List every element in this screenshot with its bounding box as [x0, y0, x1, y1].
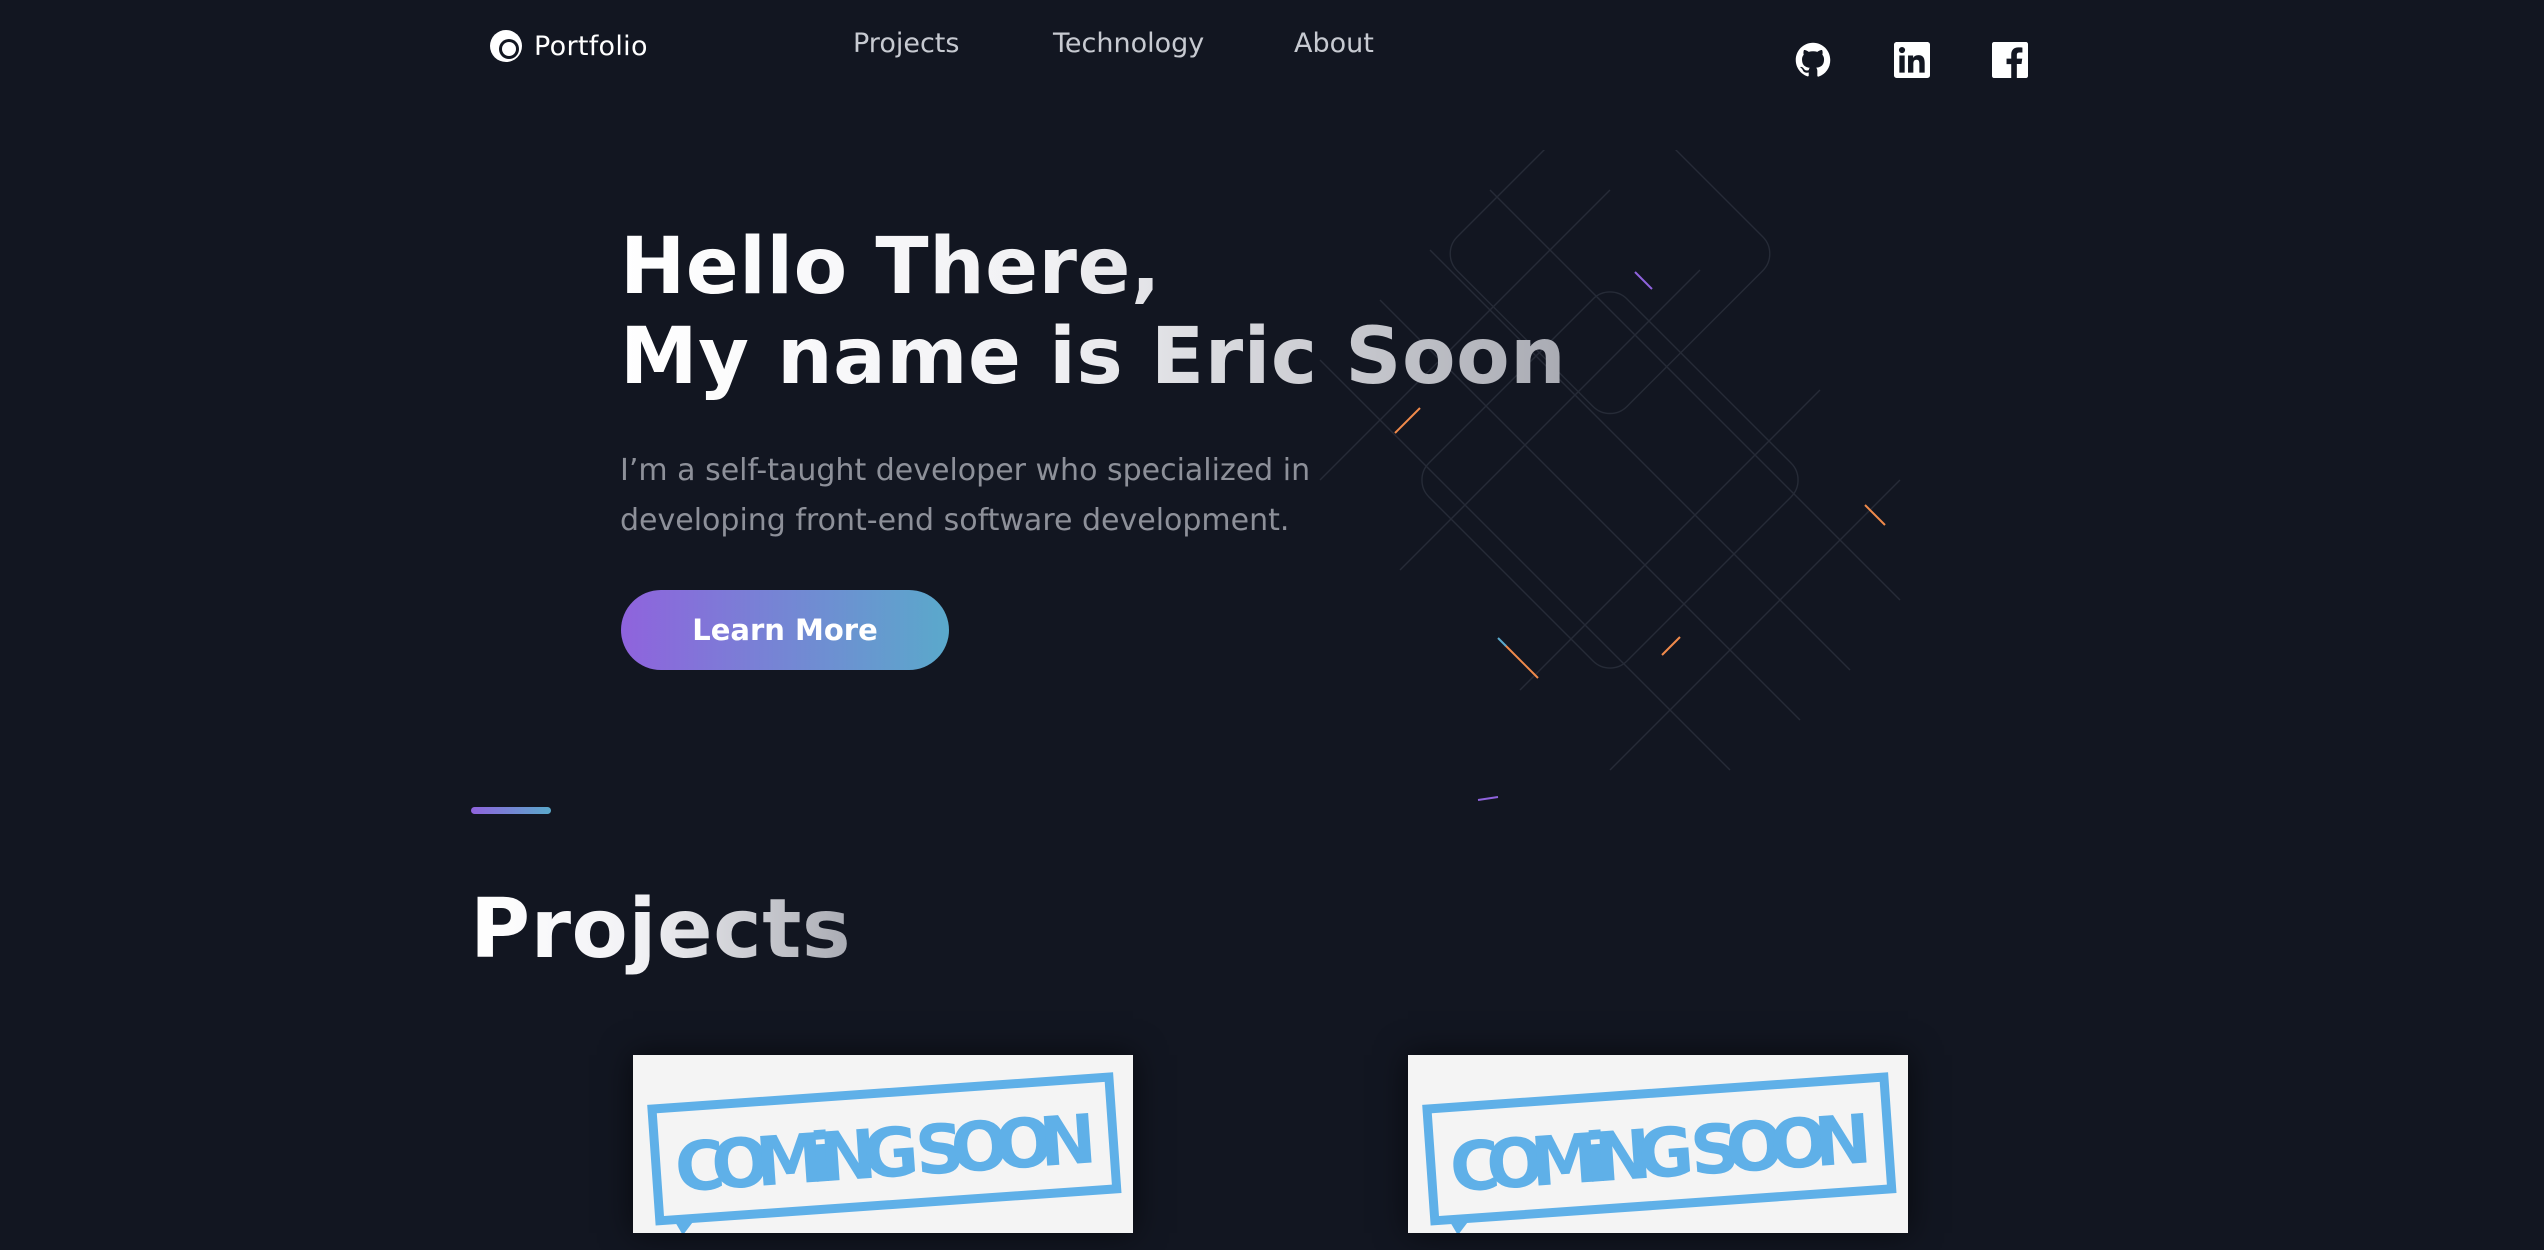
hero-greeting: Hello There, [620, 222, 1566, 312]
logo-text: Portfolio [534, 30, 648, 62]
logo[interactable]: Portfolio [488, 28, 648, 64]
github-link[interactable] [1795, 42, 1831, 78]
section-divider [471, 807, 551, 814]
nav-link-about[interactable]: About [1294, 28, 1374, 59]
facebook-icon [1992, 42, 2028, 78]
github-icon [1795, 42, 1831, 78]
learn-more-button[interactable]: Learn More [621, 590, 949, 670]
projects-heading: Projects [470, 880, 851, 980]
project-card[interactable]: COMiNG SOON [1408, 1055, 1908, 1233]
portfolio-page: Portfolio Projects Technology About Hell… [0, 0, 2544, 1250]
linkedin-link[interactable] [1894, 42, 1930, 78]
linkedin-icon [1894, 42, 1930, 78]
hero-name-line: My name is Eric Soon [620, 312, 1567, 402]
nav-link-projects[interactable]: Projects [853, 28, 959, 59]
nav-link-technology[interactable]: Technology [1053, 28, 1204, 59]
project-card[interactable]: COMiNG SOON [633, 1055, 1133, 1233]
hero-heading: Hello There, My name is Eric Soon [620, 222, 1566, 402]
hero-description: I’m a self-taught developer who speciali… [620, 453, 1311, 538]
coming-soon-stamp-image: COMiNG SOON [647, 1072, 1122, 1233]
logo-icon [488, 28, 524, 64]
facebook-link[interactable] [1992, 42, 2028, 78]
coming-soon-stamp-image: COMiNG SOON [1422, 1072, 1897, 1233]
